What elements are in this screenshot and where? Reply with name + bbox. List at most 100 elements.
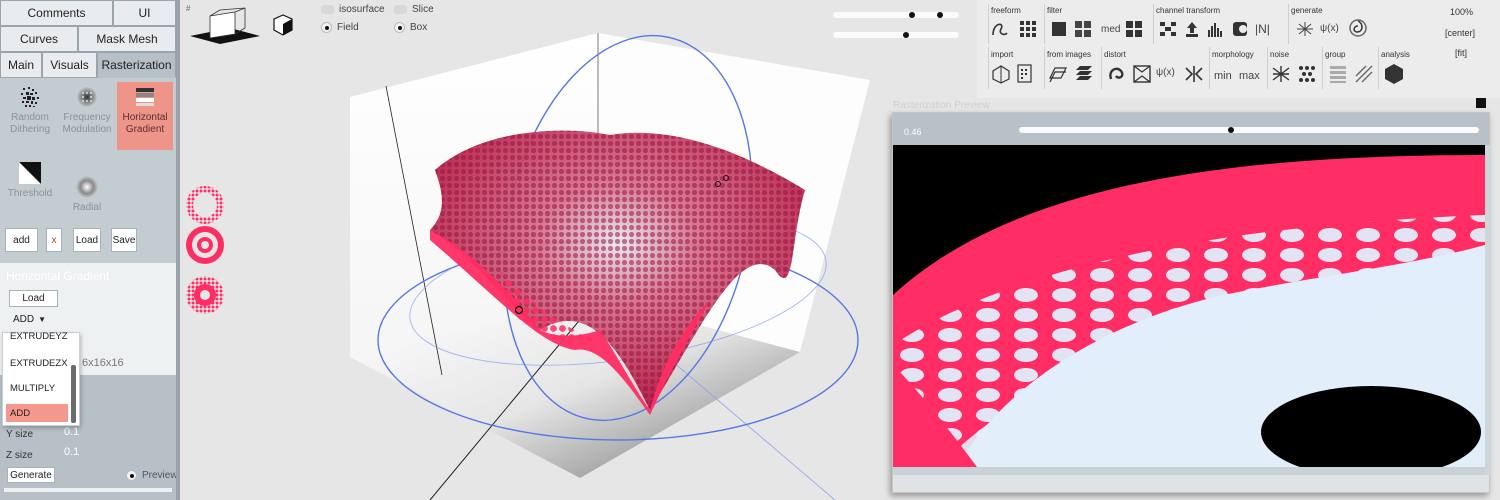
slice-option[interactable]: Slice xyxy=(394,4,434,15)
channel-split-icon[interactable] xyxy=(1159,20,1177,38)
tab-rasterization[interactable]: Rasterization xyxy=(97,52,176,78)
box-view-icon[interactable] xyxy=(272,14,294,39)
normalize-button[interactable]: |N| xyxy=(1255,22,1270,36)
tool-label: Radial xyxy=(72,202,102,213)
y-size-value[interactable]: 0.1 xyxy=(64,426,79,438)
dropdown-scrollbar[interactable] xyxy=(71,365,76,423)
preview-thumbnails[interactable] xyxy=(183,185,228,320)
grid-icon[interactable] xyxy=(1019,20,1037,38)
box-label: Box xyxy=(410,22,428,33)
morphology-min-button[interactable]: min xyxy=(1214,70,1232,82)
tab-row-2: Curves Mask Mesh xyxy=(0,26,176,52)
morphology-max-button[interactable]: max xyxy=(1239,70,1260,82)
slider-knob[interactable] xyxy=(902,32,909,38)
box-radio[interactable] xyxy=(394,22,405,33)
slider-2[interactable] xyxy=(833,32,959,38)
import-file-icon[interactable] xyxy=(1015,64,1035,84)
raster-preview-window: 0.46 xyxy=(892,112,1491,493)
tab-main[interactable]: Main xyxy=(0,52,42,78)
center-view-button[interactable]: [center] xyxy=(1445,28,1475,38)
blend-option-add[interactable]: ADD xyxy=(6,404,68,422)
scene-3d[interactable] xyxy=(180,0,977,500)
distort-pinch-icon[interactable] xyxy=(1132,64,1152,84)
upload-channel-icon[interactable] xyxy=(1183,20,1201,38)
image-stack-icon[interactable] xyxy=(1048,64,1068,84)
tool-frequency-modulation[interactable]: Frequency Modulation xyxy=(59,84,115,136)
add-tool-button[interactable]: add xyxy=(5,228,38,252)
raster-image xyxy=(893,145,1485,475)
import-mesh-icon[interactable] xyxy=(991,64,1011,84)
tool-label: Threshold xyxy=(7,188,53,199)
isosurface-checkbox[interactable] xyxy=(321,5,334,14)
tab-mask-mesh[interactable]: Mask Mesh xyxy=(78,26,176,52)
viewport-3d[interactable]: # isosurface Slice Field Box xyxy=(180,0,977,500)
tab-ui[interactable]: UI xyxy=(113,0,176,26)
close-icon[interactable] xyxy=(1476,98,1486,108)
slider-knob-low[interactable] xyxy=(908,12,915,18)
group-stack-icon[interactable] xyxy=(1328,64,1348,84)
generate-function-button[interactable]: ψ(x) xyxy=(1320,23,1339,34)
field-label: Field xyxy=(337,22,359,33)
histogram-icon[interactable] xyxy=(1207,20,1225,38)
field-radio[interactable] xyxy=(321,22,332,33)
distort-function-button[interactable]: ψ(x) xyxy=(1156,67,1175,78)
tool-horizontal-gradient[interactable]: Horizontal Gradient xyxy=(117,82,173,150)
distort-twist-icon[interactable] xyxy=(1107,64,1127,84)
median-filter-button[interactable]: med xyxy=(1101,24,1120,35)
slider-knob-high[interactable] xyxy=(937,12,944,18)
tab-visuals[interactable]: Visuals xyxy=(42,52,97,78)
group-hatch-icon[interactable] xyxy=(1354,64,1374,84)
params-title: Horizontal Gradient xyxy=(6,269,110,283)
group-from-images: from images xyxy=(1047,50,1092,59)
blend-mode-select[interactable]: ADD ▼ xyxy=(13,314,46,325)
noise-shuffle-icon[interactable] xyxy=(1271,64,1291,84)
preview-radio[interactable] xyxy=(126,470,137,481)
raster-preview-canvas[interactable] xyxy=(893,145,1485,475)
slice-checkbox[interactable] xyxy=(394,5,407,14)
remove-tool-button[interactable]: x xyxy=(46,228,62,252)
tool-random-dithering[interactable]: Random Dithering xyxy=(2,84,58,136)
fit-view-button[interactable]: [fit] xyxy=(1455,48,1467,58)
save-tool-button[interactable]: Save xyxy=(111,228,137,252)
image-layers-icon[interactable] xyxy=(1074,64,1094,84)
tool-radial[interactable]: Radial xyxy=(59,174,115,214)
preview-toggle[interactable]: Preview xyxy=(126,470,178,481)
progress-track xyxy=(4,488,172,492)
blend-option-extrudezx[interactable]: EXTRUDEZX xyxy=(6,354,68,372)
distort-mirror-icon[interactable] xyxy=(1184,64,1204,84)
resolution-text: 6x16x16 xyxy=(82,357,124,369)
box-option[interactable]: Box xyxy=(394,22,427,33)
raster-preview-header: 0.46 xyxy=(893,113,1489,145)
raster-preview-scrollbar[interactable] xyxy=(1485,145,1491,475)
generate-field-icon[interactable] xyxy=(1295,20,1315,38)
tab-comments[interactable]: Comments xyxy=(0,0,113,26)
group-filter: filter xyxy=(1047,6,1063,15)
freeform-curve-icon[interactable] xyxy=(991,20,1009,38)
group-import: import xyxy=(991,50,1014,59)
zoom-level: 100% xyxy=(1450,7,1474,17)
raster-preview-slider[interactable] xyxy=(1019,127,1479,133)
tool-label: Horizontal Gradient xyxy=(122,112,168,135)
noise-pattern-icon[interactable] xyxy=(1297,64,1317,84)
field-option[interactable]: Field xyxy=(321,22,359,33)
invert-icon[interactable] xyxy=(1231,20,1249,38)
analysis-hexagon-icon[interactable] xyxy=(1383,62,1405,86)
grid-small-icon[interactable] xyxy=(1125,20,1143,38)
generate-swirl-icon[interactable] xyxy=(1348,18,1368,38)
orientation-cube-icon[interactable] xyxy=(190,6,260,49)
blend-option-extrudeyz[interactable]: EXTRUDEYZ xyxy=(6,330,68,342)
blur-grid-icon[interactable] xyxy=(1074,20,1092,38)
left-panel: Comments UI Curves Mask Mesh Main Visual… xyxy=(0,0,180,500)
params-load-button[interactable]: Load xyxy=(9,290,58,307)
generate-button[interactable]: Generate xyxy=(7,467,55,483)
range-slider-1[interactable] xyxy=(833,12,959,18)
tool-threshold[interactable]: Threshold xyxy=(2,160,58,200)
blend-mode-value: ADD xyxy=(13,314,35,325)
raster-slider-knob[interactable] xyxy=(1227,127,1234,133)
load-tool-button[interactable]: Load xyxy=(73,228,101,252)
blend-option-multiply[interactable]: MULTIPLY xyxy=(6,379,68,397)
solid-square-icon[interactable] xyxy=(1050,20,1068,38)
z-size-value[interactable]: 0.1 xyxy=(64,446,79,458)
tab-curves[interactable]: Curves xyxy=(0,26,78,52)
isosurface-option[interactable]: isosurface xyxy=(321,4,385,15)
